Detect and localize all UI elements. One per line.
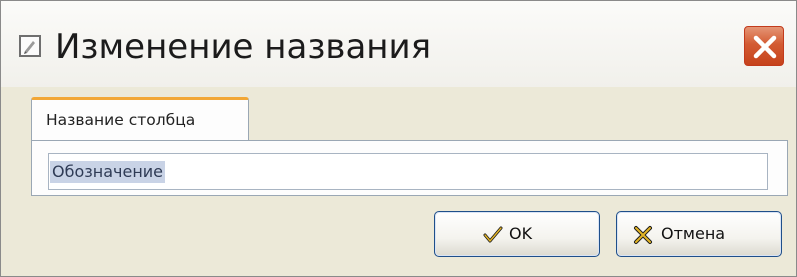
rename-dialog: Изменение названия Название столбца Обоз… bbox=[0, 0, 797, 277]
cancel-label: Отмена bbox=[661, 224, 726, 243]
cross-icon bbox=[633, 225, 653, 249]
ok-button[interactable]: OK bbox=[434, 211, 600, 257]
selected-input-text[interactable]: Обозначение bbox=[50, 161, 166, 183]
edit-icon bbox=[19, 35, 41, 57]
tab-column-name[interactable]: Название столбца bbox=[31, 97, 249, 141]
close-button[interactable] bbox=[744, 26, 784, 66]
cancel-button[interactable]: Отмена bbox=[616, 211, 782, 257]
title-bar[interactable]: Изменение названия bbox=[1, 1, 796, 87]
tab-label: Название столбца bbox=[46, 111, 196, 129]
checkmark-icon bbox=[483, 225, 503, 249]
ok-label: OK bbox=[509, 224, 533, 243]
close-icon bbox=[753, 35, 777, 59]
window-title: Изменение названия bbox=[55, 27, 432, 67]
